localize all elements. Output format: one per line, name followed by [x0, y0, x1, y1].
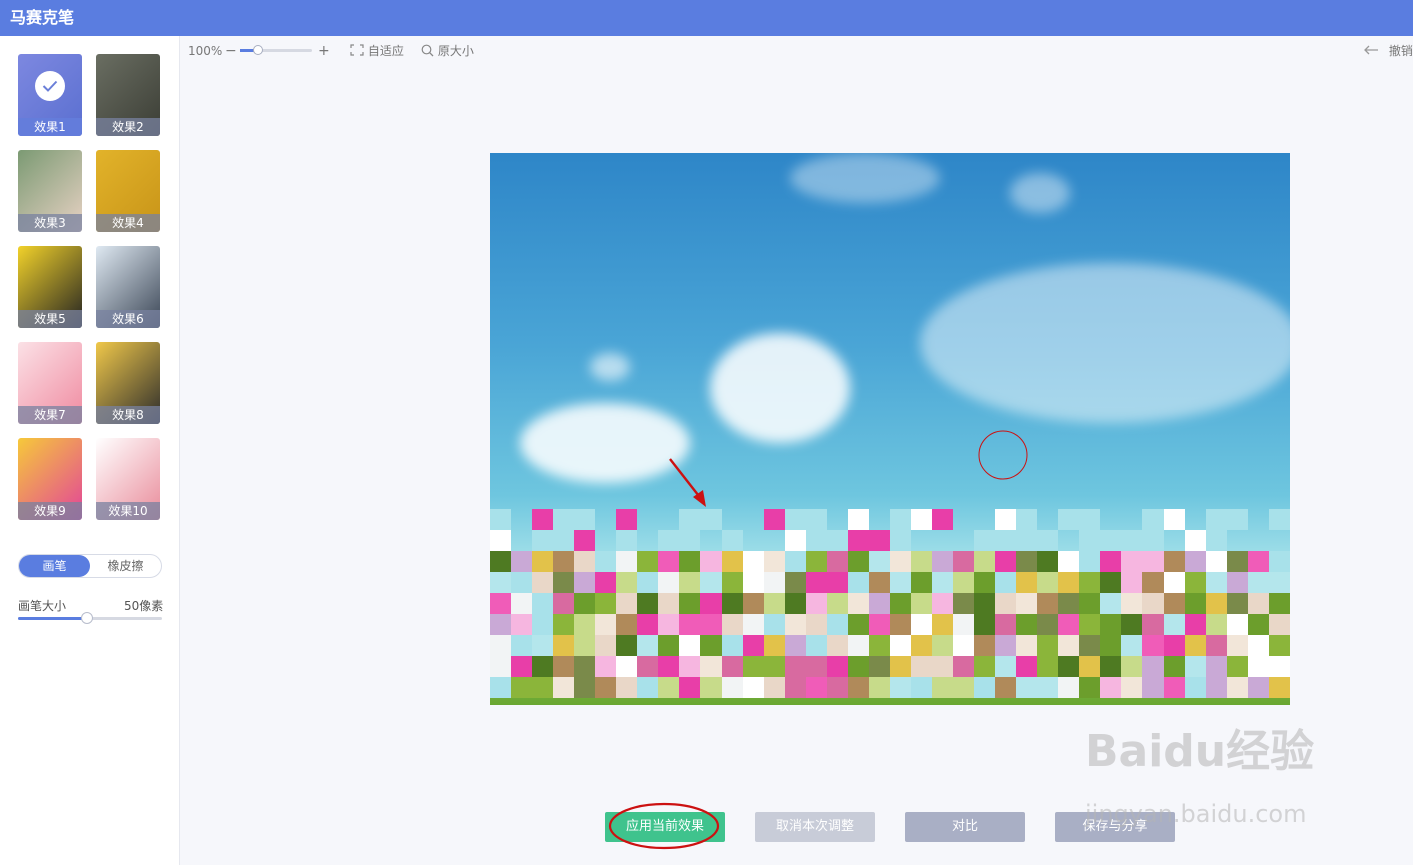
apply-highlight-ellipse [608, 802, 720, 850]
effect-label: 效果7 [18, 406, 82, 424]
back-arrow-icon [1364, 45, 1378, 55]
undo-label: 撤销 [1388, 44, 1413, 58]
effect-label: 效果10 [96, 502, 160, 520]
effect-thumb-10[interactable]: 效果10 [96, 438, 160, 520]
annotation-layer [669, 430, 1028, 507]
magnifier-icon [421, 44, 434, 57]
brush-cursor-circle [978, 430, 1028, 480]
annotation-arrow-line [669, 458, 703, 501]
brush-size-slider[interactable] [18, 612, 162, 624]
brush-size-fill [18, 617, 88, 620]
compare-button[interactable]: 对比 [905, 812, 1025, 842]
cancel-adjust-button[interactable]: 取消本次调整 [755, 812, 875, 842]
watermark-brand: Baidu经验 [1085, 726, 1315, 777]
zoom-slider-handle[interactable] [253, 45, 263, 55]
zoom-slider[interactable] [240, 45, 312, 55]
eraser-tab[interactable]: 橡皮擦 [90, 555, 161, 577]
image-canvas[interactable] [490, 153, 1290, 705]
fit-label: 自适应 [367, 44, 404, 58]
effect-label: 效果2 [96, 118, 160, 136]
effect-thumb-2[interactable]: 效果2 [96, 54, 160, 136]
original-size-label: 原大小 [437, 44, 474, 58]
effect-thumb-8[interactable]: 效果8 [96, 342, 160, 424]
effect-label: 效果3 [18, 214, 82, 232]
watermark-url: jingyan.baidu.com [1085, 800, 1307, 828]
effect-label: 效果6 [96, 310, 160, 328]
app-title: 马赛克笔 [10, 8, 75, 27]
effect-thumb-1[interactable]: 效果1 [18, 54, 82, 136]
zoom-in-button[interactable]: + [318, 44, 330, 58]
effect-thumb-4[interactable]: 效果4 [96, 150, 160, 232]
original-size-button[interactable]: 原大小 [421, 44, 474, 58]
effect-label: 效果9 [18, 502, 82, 520]
effect-label: 效果1 [18, 118, 82, 136]
effect-label: 效果4 [96, 214, 160, 232]
check-icon [35, 71, 65, 101]
effect-label: 效果5 [18, 310, 82, 328]
brush-size-label: 画笔大小 [18, 599, 67, 613]
fit-button[interactable]: 自适应 [350, 44, 404, 58]
app-title-bar: 马赛克笔 [0, 0, 1413, 36]
brush-size-value: 50像素 [124, 599, 164, 613]
effect-thumb-9[interactable]: 效果9 [18, 438, 82, 520]
effect-thumb-3[interactable]: 效果3 [18, 150, 82, 232]
effect-thumb-6[interactable]: 效果6 [96, 246, 160, 328]
effect-label: 效果8 [96, 406, 160, 424]
fit-icon [350, 44, 364, 56]
effect-thumb-5[interactable]: 效果5 [18, 246, 82, 328]
effects-sidebar: 效果1 效果2 效果3 效果4 效果5 效果6 效果7 效果8 效果9 效果10 画笔 橡皮擦 画… [0, 36, 180, 865]
tool-toggle: 画笔 橡皮擦 [18, 554, 162, 578]
zoom-level-text: 100% [188, 44, 223, 58]
brush-tab[interactable]: 画笔 [19, 555, 90, 577]
effect-thumb-7[interactable]: 效果7 [18, 342, 82, 424]
undo-button[interactable]: 撤销 [1363, 44, 1413, 58]
zoom-out-button[interactable]: − [225, 44, 237, 58]
brush-size-handle[interactable] [81, 612, 94, 624]
